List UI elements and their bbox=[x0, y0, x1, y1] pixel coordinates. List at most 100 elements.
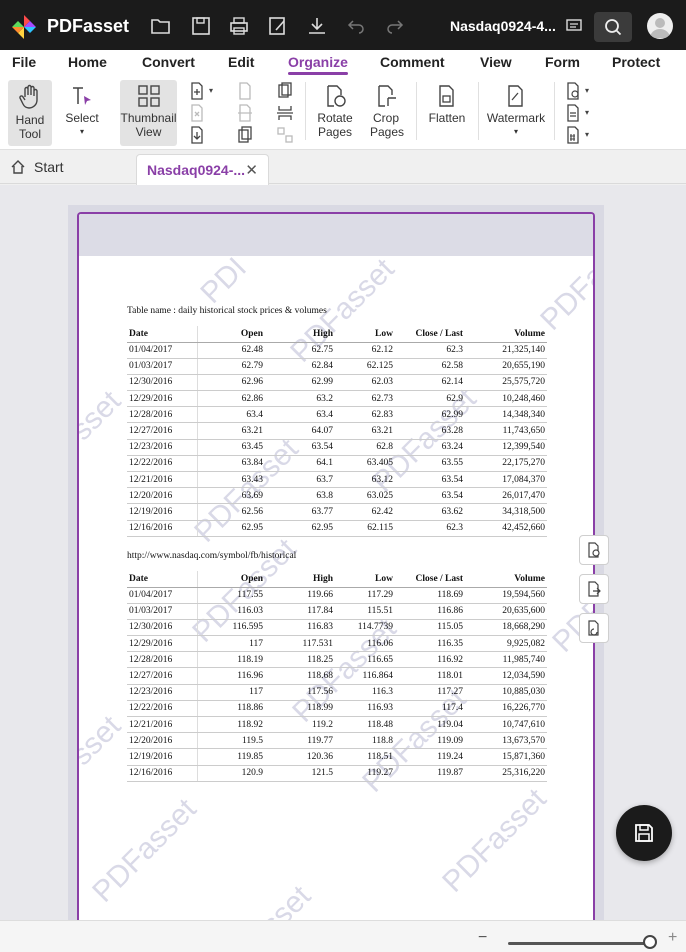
open-folder-icon[interactable] bbox=[150, 15, 172, 37]
table-cell: 62.115 bbox=[335, 520, 395, 537]
tab-document[interactable]: Nasdaq0924-... ✕ bbox=[136, 154, 269, 185]
column-header: Date bbox=[127, 326, 197, 343]
zoom-slider-track[interactable] bbox=[508, 942, 650, 945]
page-settings-icon bbox=[588, 542, 600, 558]
table-cell: 12,034,590 bbox=[465, 667, 547, 685]
ribbon-separator bbox=[478, 82, 479, 140]
table-row: 12/22/2016 118.86 118.99 116.93 117.4 16,226,… bbox=[127, 700, 547, 718]
menu-edit[interactable]: Edit bbox=[228, 54, 254, 70]
delete-page-icon[interactable] bbox=[188, 104, 206, 122]
table-row: 12/16/2016 120.9 121.5 119.27 119.87 25,316,2… bbox=[127, 765, 547, 782]
user-avatar[interactable] bbox=[647, 13, 673, 39]
duplicate-page-icon[interactable] bbox=[236, 126, 254, 144]
crop-pages-label: Crop Pages bbox=[370, 111, 405, 139]
page-break-icon[interactable] bbox=[276, 104, 294, 122]
search-button[interactable] bbox=[594, 12, 632, 42]
table-cell: 63.4 bbox=[265, 406, 335, 424]
header-footer-icon[interactable] bbox=[564, 82, 582, 100]
tab-start[interactable]: Start bbox=[0, 150, 130, 184]
watermark-icon bbox=[508, 85, 523, 107]
table-cell: 63.54 bbox=[265, 439, 335, 456]
menu-view[interactable]: View bbox=[480, 54, 512, 70]
ribbon-separator bbox=[554, 82, 555, 140]
table-row: 01/04/2017 117.55 119.66 117.29 118.69 19,594… bbox=[127, 587, 547, 604]
page-layout-icon[interactable] bbox=[276, 126, 294, 144]
header-footer-dropdown-icon[interactable]: ▾ bbox=[585, 86, 589, 95]
table-cell: 11,743,650 bbox=[465, 422, 547, 440]
table-name-text: Table name : daily historical stock pric… bbox=[127, 306, 327, 316]
document-info-icon[interactable] bbox=[563, 15, 585, 37]
table-cell: 01/03/2017 bbox=[127, 603, 197, 620]
table-cell: 119.66 bbox=[265, 587, 335, 604]
menu-file[interactable]: File bbox=[12, 54, 36, 70]
replace-page-icon[interactable] bbox=[236, 82, 254, 100]
table-cell: 12/27/2016 bbox=[127, 422, 197, 440]
zoom-in-icon[interactable]: + bbox=[668, 929, 677, 947]
table-cell: 116.96 bbox=[196, 667, 265, 685]
hand-tool-button[interactable]: Hand Tool bbox=[8, 80, 52, 146]
document-page[interactable]: PDI PDFasset PDFasset sset PDFasset PDFa… bbox=[77, 212, 595, 920]
page-settings-button[interactable] bbox=[579, 535, 609, 565]
table-cell: 119.09 bbox=[395, 732, 465, 750]
rotate-pages-button[interactable]: Rotate Pages bbox=[312, 80, 358, 146]
menu-organize[interactable]: Organize bbox=[288, 54, 348, 70]
column-header: Volume bbox=[465, 571, 547, 588]
menu-comment[interactable]: Comment bbox=[380, 54, 445, 70]
table-cell: 62.56 bbox=[196, 503, 265, 521]
table-cell: 63.54 bbox=[395, 471, 465, 489]
watermark-dropdown-icon: ▾ bbox=[513, 127, 518, 136]
select-button[interactable]: Select ▾ bbox=[60, 80, 104, 146]
bates-number-icon[interactable] bbox=[564, 126, 582, 144]
column-header: Date bbox=[127, 571, 197, 588]
table-cell: 118.01 bbox=[395, 667, 465, 685]
table-row: 12/20/2016 119.5 119.77 118.8 119.09 13,673,5… bbox=[127, 732, 547, 750]
menu-form[interactable]: Form bbox=[545, 54, 580, 70]
save-as-icon[interactable] bbox=[190, 15, 212, 37]
table-cell: 63.62 bbox=[395, 503, 465, 521]
table-cell: 62.125 bbox=[335, 358, 395, 375]
table-cell: 16,226,770 bbox=[465, 700, 547, 718]
watermark-text: sset bbox=[77, 709, 128, 772]
watermark-text: sset bbox=[255, 879, 318, 920]
bates-number-dropdown-icon[interactable]: ▾ bbox=[585, 130, 589, 139]
background-dropdown-icon[interactable]: ▾ bbox=[585, 108, 589, 117]
background-icon[interactable] bbox=[564, 104, 582, 122]
crop-pages-button[interactable]: Crop Pages bbox=[364, 80, 408, 146]
table-cell: 63.55 bbox=[395, 455, 465, 473]
table-row: 12/21/2016 63.43 63.7 63.12 63.54 17,084,370 bbox=[127, 471, 547, 489]
print-icon[interactable] bbox=[228, 15, 250, 37]
extract-page-icon[interactable] bbox=[188, 126, 206, 144]
undo-icon[interactable] bbox=[345, 15, 367, 37]
table-cell: 63.12 bbox=[335, 471, 395, 489]
split-page-icon[interactable] bbox=[236, 104, 254, 122]
table-cell: 118.92 bbox=[196, 716, 265, 734]
table-cell: 116.06 bbox=[335, 635, 395, 653]
rotate-page-side-button[interactable] bbox=[579, 613, 609, 643]
download-icon[interactable] bbox=[306, 15, 328, 37]
menu-protect[interactable]: Protect bbox=[612, 54, 660, 70]
thumbnail-view-button[interactable]: Thumbnail View bbox=[120, 80, 177, 146]
redo-icon[interactable] bbox=[384, 15, 406, 37]
zoom-slider-thumb[interactable] bbox=[643, 935, 657, 949]
watermark-label: Watermark bbox=[486, 111, 546, 125]
menu-convert[interactable]: Convert bbox=[142, 54, 195, 70]
table-row: 12/28/2016 118.19 118.25 116.65 116.92 11,985… bbox=[127, 651, 547, 669]
export-page-button[interactable] bbox=[579, 574, 609, 604]
table-cell: 10,885,030 bbox=[465, 684, 547, 701]
table-row: 12/16/2016 62.95 62.95 62.115 62.3 42,452,660 bbox=[127, 520, 547, 537]
table-cell: 12/29/2016 bbox=[127, 635, 197, 653]
flatten-button[interactable]: Flatten bbox=[424, 80, 470, 146]
save-fab-button[interactable] bbox=[616, 805, 672, 861]
edit-document-icon[interactable] bbox=[267, 15, 289, 37]
insert-page-dropdown-icon[interactable]: ▾ bbox=[209, 86, 213, 95]
watermark-button[interactable]: Watermark ▾ bbox=[484, 80, 548, 146]
reverse-pages-icon[interactable] bbox=[276, 82, 294, 100]
table-cell: 62.95 bbox=[265, 520, 335, 537]
zoom-out-icon[interactable]: − bbox=[478, 929, 487, 947]
insert-page-icon[interactable] bbox=[188, 82, 206, 100]
table-row: 12/29/2016 62.86 63.2 62.73 62.9 10,248,460 bbox=[127, 390, 547, 408]
close-tab-icon[interactable]: ✕ bbox=[245, 161, 258, 179]
rotate-pages-label: Rotate Pages bbox=[317, 111, 353, 139]
flatten-icon bbox=[439, 85, 454, 107]
menu-home[interactable]: Home bbox=[68, 54, 107, 70]
